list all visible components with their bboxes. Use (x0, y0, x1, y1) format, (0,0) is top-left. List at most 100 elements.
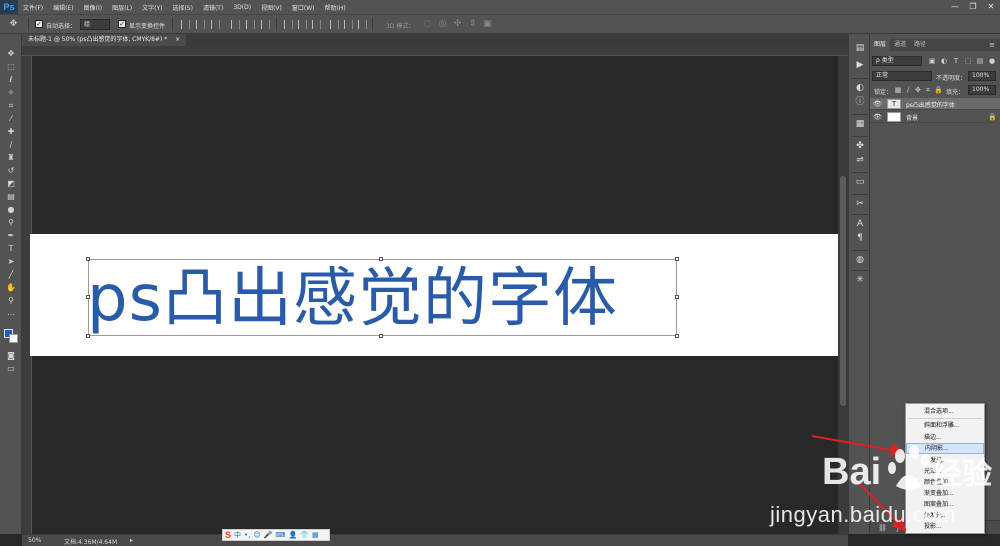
close-tab-icon[interactable]: × (175, 36, 180, 43)
tool-presets-icon[interactable]: ✂ (854, 198, 866, 210)
tab-channels[interactable]: 通道 (890, 39, 910, 51)
menu-outer-glow[interactable]: 外发光... (906, 510, 984, 521)
filter-toggle-icon[interactable]: ● (988, 57, 996, 65)
3d-roll-icon[interactable]: ◎ (437, 19, 448, 30)
menu-drop-shadow[interactable]: 投影... (906, 521, 984, 532)
minimize-button[interactable]: — (946, 0, 964, 14)
history-icon[interactable]: ▤ (854, 42, 866, 54)
menu-layer[interactable]: 图层(L) (107, 3, 137, 12)
dodge-icon[interactable]: ⚲ (5, 217, 17, 228)
lock-pixels-icon[interactable]: ▦ (894, 86, 902, 94)
transform-handle[interactable] (86, 334, 90, 338)
ime-tools-icon[interactable]: ▦ (312, 531, 319, 539)
history-brush-icon[interactable]: ↺ (5, 165, 17, 176)
menu-select[interactable]: 选择(S) (167, 3, 198, 12)
zoom-level[interactable]: 50% (28, 537, 41, 544)
color-icon[interactable]: ◐ (854, 82, 866, 94)
magic-wand-icon[interactable]: ✧ (5, 87, 17, 98)
swatches-icon[interactable]: ▦ (854, 118, 866, 130)
filter-type-icon[interactable]: T (952, 57, 960, 65)
link-layers-icon[interactable]: ⛓ (878, 524, 887, 532)
screen-mode-icon[interactable]: ▭ (5, 363, 17, 374)
clone-stamp-icon[interactable]: ♜ (5, 152, 17, 163)
auto-select-checkbox[interactable]: ✓ (35, 20, 43, 28)
distribute-top-icon[interactable] (284, 20, 293, 29)
blend-mode-dropdown[interactable]: 正常 (872, 71, 932, 81)
transform-handle[interactable] (86, 295, 90, 299)
layer-filter-dropdown[interactable]: ρ 类型 (872, 56, 922, 66)
menu-gradient-overlay[interactable]: 渐变叠加... (906, 488, 984, 499)
menu-image[interactable]: 图像(I) (79, 3, 107, 12)
fill-input[interactable]: 100% (968, 85, 996, 95)
menu-blending-options[interactable]: 混合选项... (906, 406, 984, 417)
brush-settings-icon[interactable]: ✳ (854, 274, 866, 286)
blur-icon[interactable]: ● (5, 204, 17, 215)
distribute-hcenter-icon[interactable] (344, 20, 353, 29)
3d-scale-icon[interactable]: ▣ (482, 19, 493, 30)
info-icon[interactable]: ⓘ (854, 96, 866, 108)
ime-skin-icon[interactable]: 👕 (300, 531, 309, 539)
3d-rotate-icon[interactable]: ◌ (422, 19, 433, 30)
adjustments-icon[interactable]: ✤ (854, 140, 866, 152)
transform-bounding-box[interactable] (86, 257, 679, 338)
quick-mask-icon[interactable]: ◙ (5, 350, 17, 361)
background-color-swatch[interactable] (9, 334, 18, 343)
lock-position-icon[interactable]: ✥ (914, 86, 922, 94)
restore-button[interactable]: ❐ (964, 0, 982, 14)
filter-shape-icon[interactable]: ⬚ (964, 57, 972, 65)
ime-keyboard-icon[interactable]: ⌨ (275, 531, 285, 539)
transform-handle[interactable] (379, 334, 383, 338)
move-tool-icon[interactable]: ✥ (8, 19, 19, 30)
transform-handle[interactable] (675, 257, 679, 261)
transform-handle[interactable] (675, 334, 679, 338)
menu-type[interactable]: 文字(Y) (137, 3, 167, 12)
3d-icon[interactable]: ◍ (854, 254, 866, 266)
filter-adjust-icon[interactable]: ◐ (940, 57, 948, 65)
fx-icon[interactable]: ƒ (894, 524, 902, 532)
pen-icon[interactable]: ✒ (5, 230, 17, 241)
marquee-icon[interactable]: ⬚ (5, 61, 17, 72)
crop-icon[interactable]: ⌗ (5, 100, 17, 111)
lock-artboard-icon[interactable]: ⌗ (924, 86, 932, 94)
menu-edit[interactable]: 编辑(E) (48, 3, 78, 12)
document-canvas[interactable]: ps凸出感觉的字体 (30, 234, 838, 356)
layer-row-background[interactable]: 👁 背景 🔒 (870, 111, 1000, 123)
menu-filter[interactable]: 滤镜(T) (198, 3, 228, 12)
gradient-icon[interactable]: ▤ (5, 191, 17, 202)
menu-view[interactable]: 视图(V) (256, 3, 287, 12)
align-hcenter-icon[interactable] (246, 20, 255, 29)
layer-name[interactable]: 背景 (906, 113, 918, 122)
healing-brush-icon[interactable]: ✚ (5, 126, 17, 137)
transform-handle[interactable] (379, 257, 383, 261)
properties-icon[interactable]: ⇌ (854, 154, 866, 166)
styles-icon[interactable]: ▭ (854, 176, 866, 188)
type-icon[interactable]: T (5, 243, 17, 254)
status-menu-arrow[interactable]: ▸ (130, 537, 133, 544)
character-icon[interactable]: A (854, 218, 866, 230)
zoom-icon[interactable]: ⚲ (5, 295, 17, 306)
menu-bevel-emboss[interactable]: 斜面和浮雕... (906, 420, 984, 431)
brush-icon[interactable]: ∕ (5, 139, 17, 150)
align-right-icon[interactable] (261, 20, 270, 29)
auto-select-dropdown[interactable]: 组 (80, 19, 110, 30)
menu-window[interactable]: 窗口(W) (287, 3, 320, 12)
align-vcenter-icon[interactable] (196, 20, 205, 29)
menu-inner-glow[interactable]: 内发光... (906, 455, 984, 466)
move-icon[interactable]: ✥ (5, 48, 17, 59)
menu-pattern-overlay[interactable]: 图案叠加... (906, 499, 984, 510)
3d-slide-icon[interactable]: ⇕ (467, 19, 478, 30)
ime-user-icon[interactable]: 👤 (289, 531, 298, 539)
menu-inner-shadow[interactable]: 内阴影... (906, 443, 984, 454)
menu-satin[interactable]: 光泽... (906, 466, 984, 477)
hand-icon[interactable]: ✋ (5, 282, 17, 293)
close-button[interactable]: ✕ (982, 0, 1000, 14)
ime-voice-icon[interactable]: 🎤 (264, 531, 273, 539)
show-transform-checkbox[interactable]: ✓ (118, 20, 126, 28)
eyedropper-icon[interactable]: ⁄ (5, 113, 17, 124)
align-bottom-icon[interactable] (211, 20, 220, 29)
menu-help[interactable]: 帮助(H) (320, 3, 351, 12)
lasso-icon[interactable]: ℓ (5, 74, 17, 85)
eraser-icon[interactable]: ◩ (5, 178, 17, 189)
filter-pixel-icon[interactable]: ▣ (928, 57, 936, 65)
align-top-icon[interactable] (181, 20, 190, 29)
